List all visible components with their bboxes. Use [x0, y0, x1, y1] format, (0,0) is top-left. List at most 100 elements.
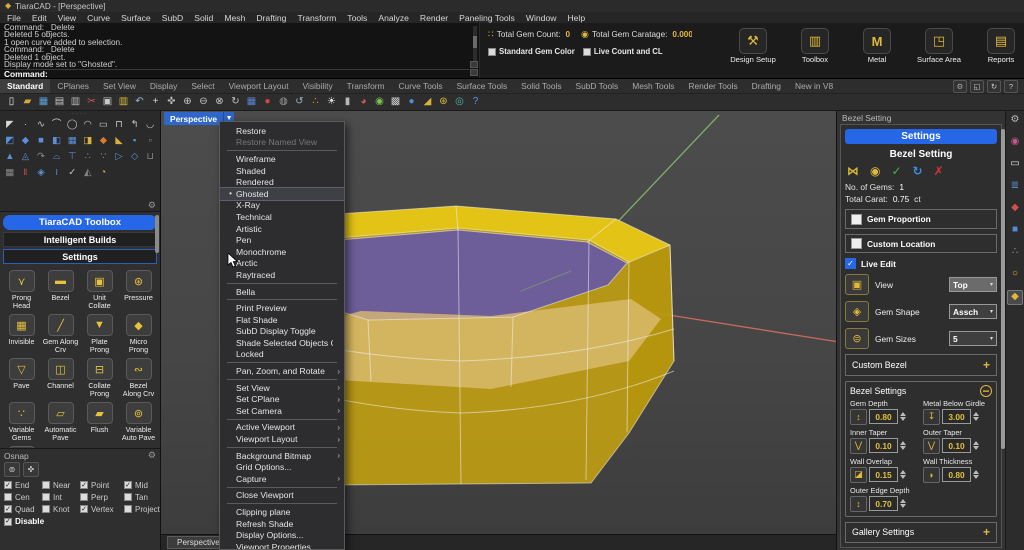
palette-icon[interactable]: ∴	[80, 149, 96, 164]
toolbar-right-icon[interactable]: ⚙	[953, 80, 967, 93]
toolbar-icon[interactable]: ?	[469, 97, 482, 107]
toolbar-icon[interactable]: ●	[261, 97, 274, 107]
spinner-arrows[interactable]	[900, 499, 906, 508]
palette-icon[interactable]: ▷	[111, 149, 127, 164]
toolbar-icon[interactable]: ◍	[277, 97, 290, 107]
toolbar-icon[interactable]: ▥	[69, 97, 82, 107]
osnap-option[interactable]: Mid	[124, 480, 160, 490]
context-menu-item[interactable]: Capture	[220, 473, 344, 485]
context-menu-item[interactable]: Close Viewport	[220, 490, 344, 502]
context-menu-item[interactable]: Set Camera	[220, 405, 344, 417]
context-menu-item[interactable]: Technical	[220, 211, 344, 223]
bezel-action-icon[interactable]: ↻	[913, 165, 923, 177]
menu-item[interactable]: SubD	[162, 13, 184, 23]
toolbox-tool[interactable]: ⋎ Prong Head	[3, 270, 40, 310]
palette-icon[interactable]: ◤	[2, 117, 18, 132]
toolbar-right-icon[interactable]: ↻	[987, 80, 1001, 93]
palette-icon[interactable]: ◩	[2, 133, 18, 148]
bezel-action-icon[interactable]: ⋈	[847, 165, 859, 177]
toolbox-tool[interactable]: ◆ Micro Prong	[120, 314, 157, 354]
toolbar-icon[interactable]: ✜	[165, 97, 178, 107]
bezel-action-icon[interactable]: ◉	[870, 165, 880, 177]
palette-icon[interactable]: ▦	[64, 133, 80, 148]
palette-icon[interactable]: ◯	[64, 117, 80, 132]
palette-icon[interactable]: ⊔	[142, 149, 158, 164]
palette-icon[interactable]: ◨	[80, 133, 96, 148]
spinner-arrows[interactable]	[900, 441, 906, 450]
menu-item[interactable]: Render	[420, 13, 448, 23]
menu-item[interactable]: Mesh	[224, 13, 245, 23]
palette-icon[interactable]: ▲	[2, 149, 18, 164]
palette-icon[interactable]: ≀	[49, 165, 65, 180]
custom-location-checkbox[interactable]: Custom Location	[845, 234, 997, 253]
palette-icon[interactable]: ▫	[142, 133, 158, 148]
toolbar-icon[interactable]: ◉	[373, 97, 386, 107]
spinner-value[interactable]: 3.00	[942, 409, 971, 424]
context-menu-item[interactable]: Rendered	[220, 176, 344, 188]
context-menu-item[interactable]: Wireframe	[220, 153, 344, 165]
menu-item[interactable]: Help	[567, 13, 585, 23]
toolbar-icon[interactable]: ⊛	[437, 97, 450, 107]
command-scroll-buttons[interactable]	[470, 61, 478, 76]
menu-item[interactable]: Transform	[297, 13, 336, 23]
toolbar-tab[interactable]: Mesh Tools	[625, 79, 681, 93]
toolbar-tab[interactable]: Render Tools	[681, 79, 744, 93]
menu-item[interactable]: Analyze	[378, 13, 409, 23]
osnap-option[interactable]: End	[4, 480, 40, 490]
menu-item[interactable]: Edit	[32, 13, 47, 23]
palette-icon[interactable]: ↰	[127, 117, 143, 132]
context-menu-item[interactable]: Ghosted	[220, 188, 344, 200]
palette-icon[interactable]: ▦	[2, 165, 18, 180]
osnap-option[interactable]: Point	[80, 480, 122, 490]
toolbar-icon[interactable]: ▥	[117, 97, 130, 107]
palette-icon[interactable]: ◣	[111, 133, 127, 148]
toolbar-icon[interactable]: ◕	[357, 97, 370, 107]
palette-icon[interactable]: ◬	[18, 149, 34, 164]
toolbox-tool[interactable]: ∾ Bezel Along Crv	[120, 358, 157, 398]
toolbar-icon[interactable]: ✂	[85, 97, 98, 107]
spinner-value[interactable]: 0.80	[869, 409, 898, 424]
context-menu-item[interactable]: Refresh Shade	[220, 518, 344, 530]
context-menu-item[interactable]: Restore	[220, 125, 344, 137]
osnap-option[interactable]: Knot	[42, 504, 78, 514]
toolbar-icon[interactable]: ◢	[421, 97, 434, 107]
spinner-value[interactable]: 0.15	[869, 467, 898, 482]
toolbar-tab[interactable]: Display	[143, 79, 184, 93]
toolbox-tool[interactable]: ⊚ Variable Auto Pave	[120, 402, 157, 442]
palette-icon[interactable]: ▪	[127, 133, 143, 148]
context-menu-item[interactable]	[227, 447, 337, 448]
toolbox-header[interactable]: TiaraCAD Toolbox	[3, 215, 157, 230]
osnap-option[interactable]: Int	[42, 492, 78, 502]
toolbar-icon[interactable]: ●	[405, 97, 418, 107]
context-menu-item[interactable]: X-Ray	[220, 200, 344, 212]
palette-icon[interactable]: ■	[33, 133, 49, 148]
command-prompt[interactable]: Command:	[4, 69, 469, 79]
osnap-option[interactable]: Perp	[80, 492, 122, 502]
menu-item[interactable]: Tools	[347, 13, 367, 23]
toolbar-icon[interactable]: ↺	[293, 97, 306, 107]
context-menu-item[interactable]	[227, 362, 337, 363]
app-button[interactable]: ⚒ Design Setup	[730, 28, 776, 78]
spinner-value[interactable]: 0.10	[869, 438, 898, 453]
toolbar-icon[interactable]: ▣	[101, 97, 114, 107]
context-menu-item[interactable]: Set View	[220, 382, 344, 394]
toolbar-icon[interactable]: ▦	[245, 97, 258, 107]
palette-icon[interactable]: ◠	[80, 117, 96, 132]
context-menu-item[interactable]: Background Bitmap	[220, 450, 344, 462]
context-menu-item[interactable]	[227, 487, 337, 488]
dropdown-select[interactable]: Top▾	[949, 277, 997, 292]
palette-icon[interactable]: ◡	[142, 117, 158, 132]
toolbox-tool[interactable]: ▣ Unit Collate	[81, 270, 118, 310]
toolbox-tool[interactable]: ▬ Bezel	[42, 270, 79, 310]
menu-item[interactable]: Paneling Tools	[459, 13, 515, 23]
gallery-settings-button[interactable]: Gallery Settings +	[845, 522, 997, 543]
context-menu-item[interactable]: Locked	[220, 349, 344, 361]
context-menu-item[interactable]: Grid Options...	[220, 461, 344, 473]
context-menu-item[interactable]: Clipping plane	[220, 506, 344, 518]
spinner-arrows[interactable]	[973, 412, 979, 421]
menu-item[interactable]: File	[7, 13, 21, 23]
toolbar-icon[interactable]: ⊗	[213, 97, 226, 107]
toolbar-icon[interactable]: ∴	[309, 97, 322, 107]
gem-summary-checkbox[interactable]: Live Count and CL	[583, 47, 663, 56]
context-menu-item[interactable]: Raytraced	[220, 269, 344, 281]
